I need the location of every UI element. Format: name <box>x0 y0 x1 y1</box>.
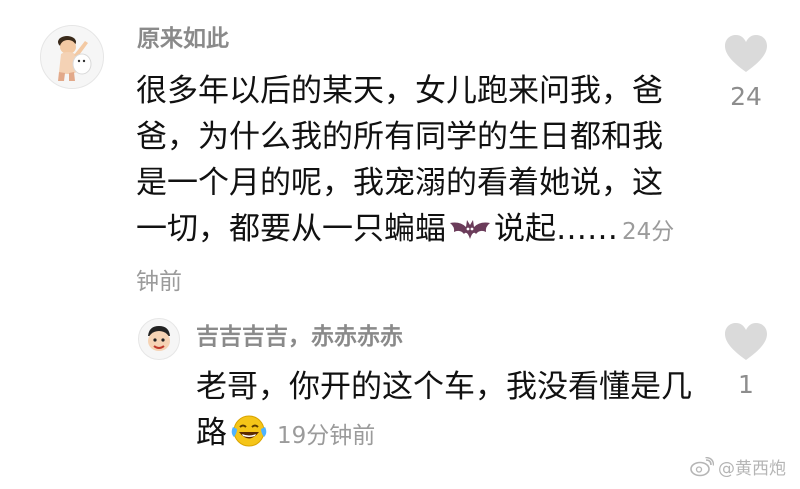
avatar[interactable] <box>40 25 104 89</box>
reply-timestamp: 19分钟前 <box>277 423 376 449</box>
comment-body: 很多年以后的某天，女儿跑来问我，爸爸，为什么我的所有同学的生日都和我是一个月的呢… <box>136 68 681 305</box>
bat-emoji-icon <box>448 210 492 256</box>
comment-author[interactable]: 原来如此 <box>137 24 229 54</box>
cartoon-character-avatar-icon <box>41 26 103 88</box>
comment-like[interactable]: 24 <box>716 34 776 111</box>
weibo-logo-icon <box>690 456 714 476</box>
reply-author[interactable]: 吉吉吉吉，赤赤赤赤 <box>196 322 403 352</box>
reply-body: 老哥，你开的这个车，我没看懂是几路 19分钟前 <box>196 364 696 462</box>
watermark: @黄西炮 <box>690 454 786 479</box>
comment-text-end: 说起…… <box>494 211 618 247</box>
reply-text: 老哥，你开的这个车，我没看懂是几路 <box>196 369 692 451</box>
reply-avatar[interactable] <box>138 318 180 360</box>
like-count: 1 <box>738 370 754 399</box>
reply-like[interactable]: 1 <box>716 322 776 399</box>
heart-icon[interactable] <box>724 322 768 362</box>
like-count: 24 <box>730 82 762 111</box>
heart-icon[interactable] <box>724 34 768 74</box>
laughing-crying-emoji-icon <box>229 413 269 462</box>
watermark-text: @黄西炮 <box>718 459 786 479</box>
cartoon-face-avatar-icon <box>139 319 179 359</box>
